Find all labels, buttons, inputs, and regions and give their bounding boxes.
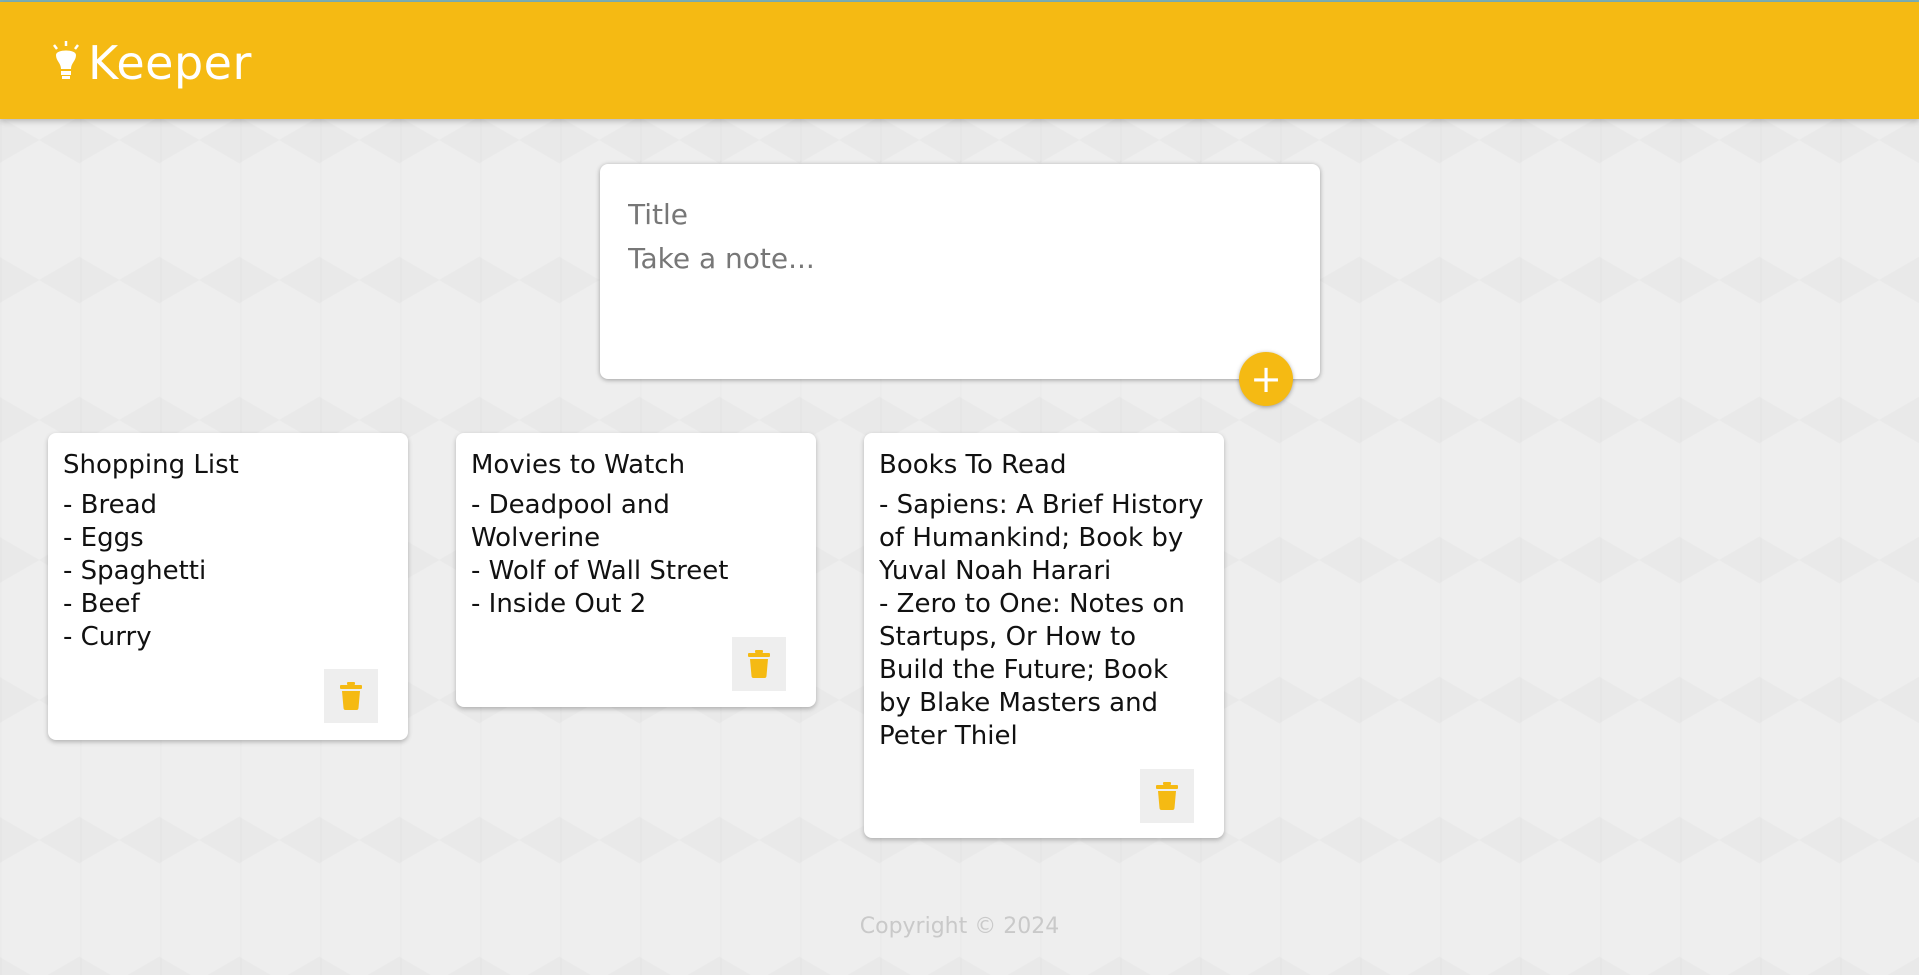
trash-icon <box>340 682 362 710</box>
note-card: Movies to Watch - Deadpool and Wolverine… <box>456 433 816 707</box>
note-line: - Deadpool and <box>471 490 670 520</box>
note-line: Startups, Or How to <box>879 622 1137 652</box>
trash-icon <box>1156 782 1178 810</box>
note-line: Wolverine <box>471 523 601 553</box>
note-title-input[interactable] <box>628 194 1288 234</box>
note-line: by Blake Masters and <box>879 688 1159 718</box>
trash-icon <box>748 650 770 678</box>
note-card: Shopping List - Bread - Eggs - Spaghetti… <box>48 433 408 740</box>
note-line: - Spaghetti <box>63 556 207 586</box>
note-line: - Zero to One: Notes on <box>879 589 1185 619</box>
delete-note-button[interactable] <box>324 669 378 723</box>
delete-note-button[interactable] <box>732 637 786 691</box>
note-content: - Deadpool and Wolverine - Wolf of Wall … <box>471 489 801 621</box>
add-note-button[interactable]: + <box>1239 352 1293 406</box>
lightbulb-icon <box>53 41 79 79</box>
note-line: Yuval Noah Harari <box>879 556 1112 586</box>
plus-icon: + <box>1250 357 1282 401</box>
footer: Copyright © 2024 <box>0 914 1919 939</box>
create-note-form <box>600 164 1320 379</box>
note-line: - Inside Out 2 <box>471 589 647 619</box>
copyright-text: Copyright © 2024 <box>859 914 1060 939</box>
note-line: - Bread <box>63 490 158 520</box>
note-line: - Curry <box>63 622 152 652</box>
note-line: Build the Future; Book <box>879 655 1168 685</box>
note-line: - Eggs <box>63 523 144 553</box>
delete-note-button[interactable] <box>1140 769 1194 823</box>
note-line: - Wolf of Wall Street <box>471 556 729 586</box>
note-content: - Sapiens: A Brief History of Humankind;… <box>879 489 1209 753</box>
note-line: Peter Thiel <box>879 721 1018 751</box>
note-line: - Beef <box>63 589 140 619</box>
note-content: - Bread - Eggs - Spaghetti - Beef - Curr… <box>63 489 393 654</box>
note-line: of Humankind; Book by <box>879 523 1184 553</box>
note-title: Books To Read <box>879 450 1067 480</box>
note-card: Books To Read - Sapiens: A Brief History… <box>864 433 1224 838</box>
app-logo: Keeper <box>50 36 252 90</box>
app-name: Keeper <box>88 36 252 90</box>
note-title: Movies to Watch <box>471 450 686 480</box>
note-content-input[interactable] <box>628 240 1288 350</box>
app-header: Keeper <box>0 2 1919 119</box>
note-line: - Sapiens: A Brief History <box>879 490 1204 520</box>
note-title: Shopping List <box>63 450 239 480</box>
